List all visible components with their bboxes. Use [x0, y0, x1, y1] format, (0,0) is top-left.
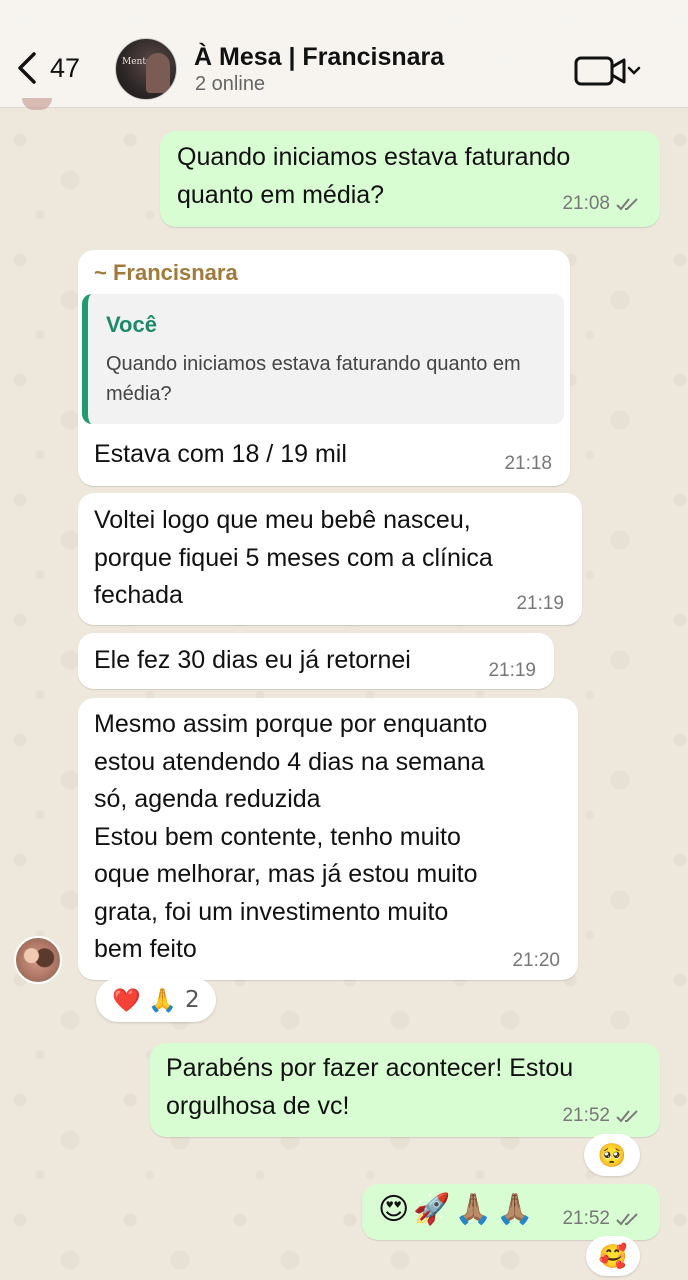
quote-text: Quando iniciamos estava faturando quanto…: [106, 353, 521, 405]
sender-avatar[interactable]: [14, 936, 62, 984]
back-button[interactable]: 47: [12, 48, 102, 88]
message-text: Ele fez 30 dias eu já retornei: [94, 646, 411, 674]
message-bubble-incoming[interactable]: Ele fez 30 dias eu já retornei 21:19: [78, 633, 554, 689]
double-check-icon: [616, 1110, 638, 1123]
quote-author: Você: [106, 312, 157, 337]
message-reaction[interactable]: 🥺: [584, 1134, 640, 1176]
message-time: 21:20: [512, 950, 560, 971]
message-text: Estava com 18 / 19 mil: [94, 440, 347, 468]
message-bubble-outgoing[interactable]: Quando iniciamos estava faturando quanto…: [160, 131, 660, 227]
quoted-message[interactable]: Você Quando iniciamos estava faturando q…: [82, 294, 564, 424]
group-avatar-figure: [146, 53, 170, 93]
message-time: 21:52: [562, 1105, 642, 1127]
time-label: 21:52: [562, 1208, 610, 1229]
message-text: Voltei logo que meu bebê nasceu, porque …: [94, 506, 493, 609]
sender-name[interactable]: ~ Francisnara: [94, 260, 238, 286]
message-bubble-incoming[interactable]: ~ Francisnara Você Quando iniciamos esta…: [78, 250, 570, 486]
message-text: 😍🚀🙏🏽🙏🏽: [378, 1192, 538, 1227]
message-text: Mesmo assim porque por enquanto estou at…: [94, 710, 488, 963]
group-name[interactable]: À Mesa | Francisnara: [194, 43, 444, 72]
reaction-count: 2: [184, 987, 200, 1013]
message-time: 21:18: [504, 453, 552, 474]
message-bubble-outgoing[interactable]: 😍🚀🙏🏽🙏🏽 21:52: [362, 1184, 660, 1240]
reaction-emojis: ❤️ 🙏: [112, 987, 177, 1014]
double-check-icon: [616, 1213, 638, 1226]
group-status: 2 online: [195, 73, 266, 95]
chat-header: 47 Mentoria À Mesa | Francisnara 2 onlin…: [0, 0, 688, 108]
message-time: 21:52: [562, 1208, 642, 1230]
message-time: 21:19: [488, 660, 536, 681]
time-label: 21:52: [562, 1105, 610, 1126]
message-time: 21:08: [562, 193, 642, 215]
message-time: 21:19: [516, 593, 564, 614]
message-reaction[interactable]: 🥰: [586, 1236, 640, 1276]
reaction-emoji: 🥺: [597, 1142, 627, 1169]
back-chevron-icon: [18, 52, 36, 84]
double-check-icon: [616, 198, 638, 211]
message-bubble-outgoing[interactable]: Parabéns por fazer acontecer! Estou orgu…: [150, 1043, 660, 1137]
group-avatar[interactable]: Mentoria: [115, 38, 177, 100]
video-call-button[interactable]: [574, 55, 644, 87]
message-bubble-incoming[interactable]: Voltei logo que meu bebê nasceu, porque …: [78, 493, 582, 625]
message-reactions[interactable]: ❤️ 🙏 2: [96, 978, 216, 1022]
video-call-icon: [574, 56, 626, 86]
time-label: 21:08: [562, 193, 610, 214]
message-bubble-incoming[interactable]: Mesmo assim porque por enquanto estou at…: [78, 698, 578, 980]
reaction-emoji: 🥰: [598, 1243, 628, 1270]
chevron-down-icon: [627, 66, 641, 75]
unread-count: 47: [50, 52, 81, 83]
